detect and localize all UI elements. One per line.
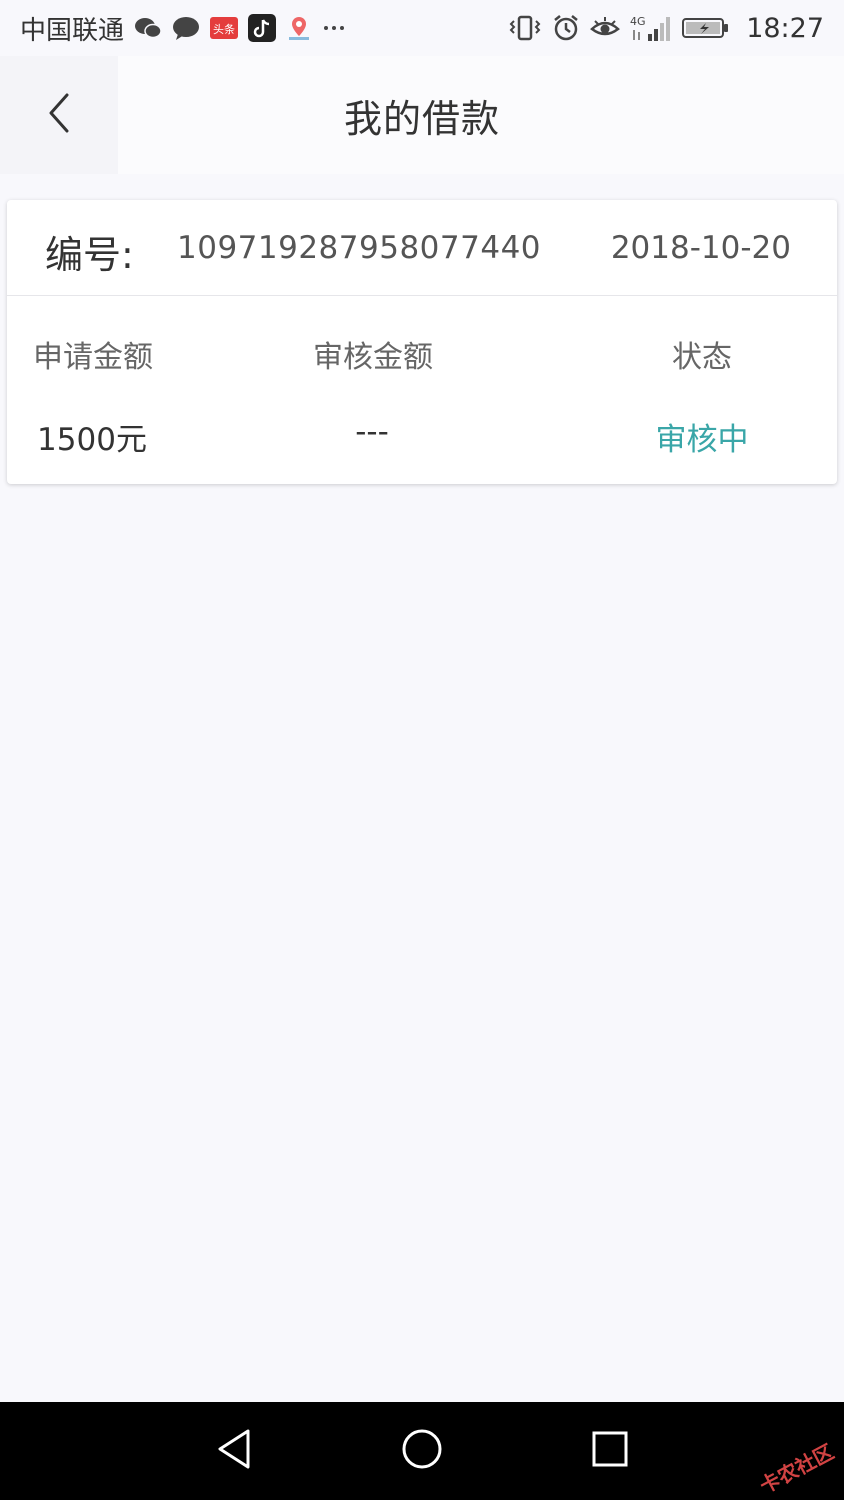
loan-date: 2018-10-20	[610, 230, 791, 266]
toutiao-icon: 头条	[210, 17, 239, 39]
loan-id-value: 109719287958077440	[177, 230, 542, 266]
carrier-name: 中国联通	[20, 15, 125, 46]
nav-recents-button[interactable]	[560, 1402, 660, 1500]
message-icon	[172, 16, 200, 40]
status-header: 状态	[672, 340, 732, 375]
nav-home-button[interactable]	[372, 1402, 472, 1500]
status-bar: 中国联通 头条 4G 18:27	[0, 0, 844, 56]
loan-id-label: 编号:	[45, 233, 134, 277]
nav-back-button[interactable]	[184, 1402, 284, 1500]
approved-amount-value: ---	[355, 414, 389, 450]
back-button[interactable]	[0, 56, 118, 174]
circle-home-icon	[400, 1427, 444, 1475]
chevron-left-icon	[45, 91, 73, 139]
map-icon	[286, 14, 312, 42]
clock-time: 18:27	[746, 12, 824, 44]
vibrate-icon	[508, 15, 542, 41]
app-header: 我的借款	[0, 56, 844, 174]
triangle-back-icon	[214, 1427, 254, 1475]
loan-status-value: 审核中	[655, 422, 749, 458]
network-label: 4G	[630, 15, 646, 28]
eye-icon	[590, 16, 621, 40]
status-left: 中国联通 头条	[20, 10, 346, 47]
applied-amount-value: 1500元	[37, 422, 147, 458]
tiktok-icon	[248, 14, 277, 42]
approved-amount-header: 审核金额	[313, 340, 433, 375]
status-right: 4G 18:27	[508, 13, 824, 44]
more-icon	[322, 24, 346, 32]
signal-icon: 4G	[630, 14, 672, 42]
alarm-icon	[552, 14, 580, 42]
wechat-icon	[134, 16, 162, 40]
watermark: 卡农社区	[755, 1439, 838, 1499]
toutiao-label: 头条	[213, 22, 235, 36]
square-recents-icon	[590, 1429, 630, 1473]
loan-card-header: 编号: 109719287958077440 2018-10-20	[7, 200, 837, 296]
battery-icon	[682, 16, 730, 40]
applied-amount-header: 申请金额	[33, 340, 153, 375]
system-nav-bar: 卡农社区	[0, 1402, 844, 1500]
page-title: 我的借款	[343, 96, 500, 141]
